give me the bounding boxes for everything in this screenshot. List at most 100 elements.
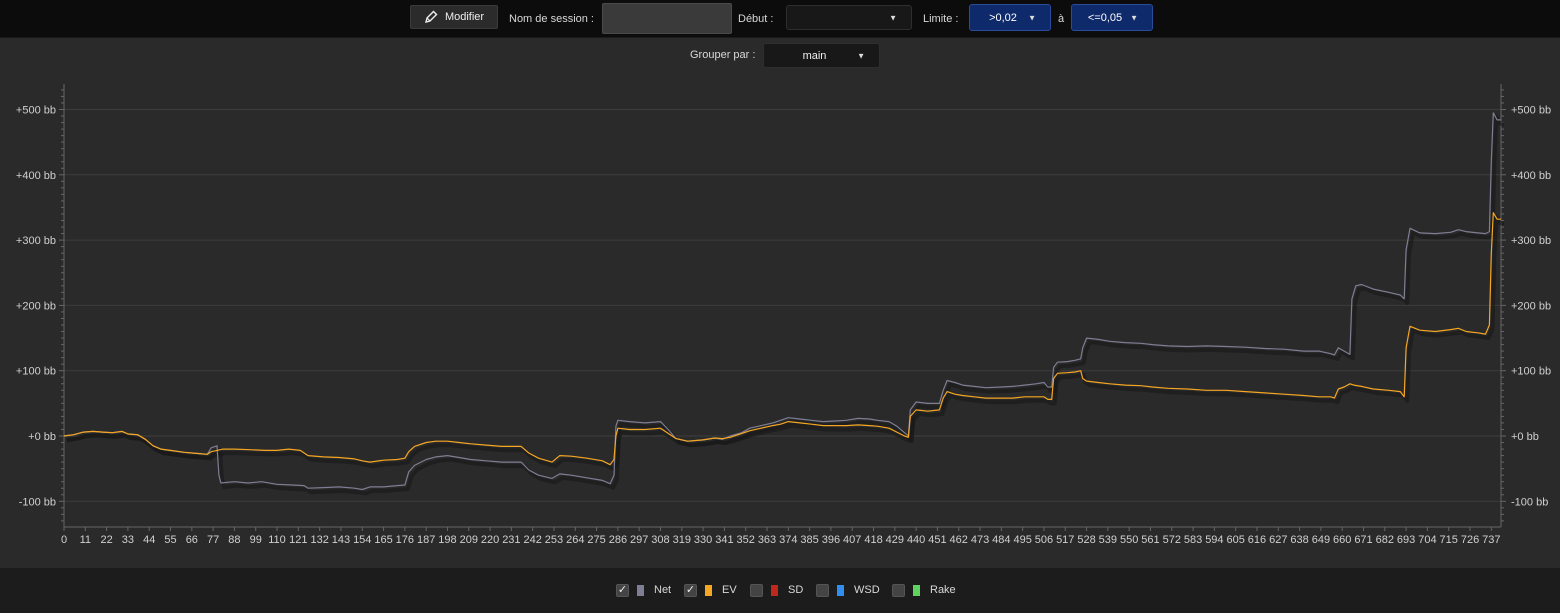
x-tick-label: 99 <box>250 534 262 546</box>
session-name-label: Nom de session : <box>509 12 594 25</box>
net-checkbox[interactable]: ✓ <box>616 583 629 597</box>
x-tick-label: 484 <box>992 534 1010 546</box>
x-tick-label: 638 <box>1290 534 1308 546</box>
x-tick-label: 385 <box>800 534 818 546</box>
x-tick-label: 440 <box>907 534 925 546</box>
legend-label-net: Net <box>654 584 672 596</box>
y-tick-label-left: +200 bb <box>16 300 56 312</box>
y-tick-label-left: +0 bb <box>28 431 56 443</box>
sd-swatch <box>771 584 778 596</box>
legend-item-net[interactable]: ✓ Net <box>616 582 671 598</box>
x-tick-label: 418 <box>864 534 882 546</box>
group-bar: Grouper par : main ▼ <box>0 38 1560 72</box>
x-tick-label: 66 <box>186 534 198 546</box>
limite-from-value: >0,02 <box>989 11 1017 24</box>
x-tick-label: 231 <box>502 534 520 546</box>
x-tick-label: 22 <box>100 534 112 546</box>
x-tick-label: 407 <box>843 534 861 546</box>
y-tick-label-left: -100 bb <box>19 496 56 508</box>
x-tick-label: 517 <box>1056 534 1074 546</box>
x-tick-label: 176 <box>396 534 414 546</box>
limite-to-select[interactable]: <=0,05 ▼ <box>1071 4 1153 31</box>
top-toolbar: Modifier Nom de session : Début : ▼ Limi… <box>0 0 1560 38</box>
x-tick-label: 506 <box>1035 534 1053 546</box>
chart-area: +500 bb +500 bb +400 bb +400 bb +300 bb +300 … <box>0 72 1560 568</box>
x-tick-label: 44 <box>143 534 155 546</box>
x-tick-label: 242 <box>523 534 541 546</box>
x-tick-label: 341 <box>715 534 733 546</box>
x-tick-label: 319 <box>673 534 691 546</box>
limite-from-select[interactable]: >0,02 ▼ <box>969 4 1051 31</box>
ev-checkbox[interactable]: ✓ <box>684 583 697 597</box>
debut-label: Début : <box>738 12 774 25</box>
x-tick-label: 539 <box>1099 534 1117 546</box>
x-tick-label: 429 <box>886 534 904 546</box>
x-tick-label: 165 <box>374 534 392 546</box>
chevron-down-icon: ▼ <box>1028 13 1036 22</box>
ev-swatch <box>705 584 712 596</box>
y-tick-label-left: +100 bb <box>16 366 56 378</box>
x-tick-label: 616 <box>1248 534 1266 546</box>
x-tick-label: 550 <box>1120 534 1138 546</box>
line-chart[interactable]: +500 bb +500 bb +400 bb +400 bb +300 bb +300 … <box>0 72 1560 568</box>
x-tick-label: 11 <box>80 534 91 546</box>
group-by-value: main <box>802 49 827 62</box>
limite-to-value: <=0,05 <box>1087 11 1123 24</box>
x-tick-label: 671 <box>1354 534 1372 546</box>
x-tick-label: 143 <box>332 534 350 546</box>
x-tick-label: 726 <box>1461 534 1479 546</box>
debut-select[interactable]: ▼ <box>786 5 912 30</box>
x-tick-label: 77 <box>207 534 219 546</box>
x-tick-label: 374 <box>779 534 797 546</box>
x-tick-label: 704 <box>1418 534 1436 546</box>
x-tick-label: 396 <box>822 534 840 546</box>
x-tick-label: 627 <box>1269 534 1287 546</box>
x-tick-label: 132 <box>310 534 328 546</box>
x-tick-label: 495 <box>1013 534 1031 546</box>
check-icon: ✓ <box>685 583 696 596</box>
pencil-icon <box>424 10 438 23</box>
x-tick-label: 198 <box>438 534 456 546</box>
y-tick-label-right: +200 bb <box>1511 300 1551 312</box>
group-by-select[interactable]: main ▼ <box>763 43 880 68</box>
y-tick-label-right: +100 bb <box>1511 366 1551 378</box>
x-tick-label: 649 <box>1312 534 1330 546</box>
x-tick-label: 33 <box>122 534 134 546</box>
chevron-down-icon: ▼ <box>857 51 865 60</box>
x-tick-label: 55 <box>164 534 176 546</box>
x-tick-label: 220 <box>481 534 499 546</box>
legend-item-sd[interactable]: SD <box>750 582 803 598</box>
wsd-swatch <box>837 584 844 596</box>
x-tick-label: 308 <box>651 534 669 546</box>
x-tick-label: 462 <box>950 534 968 546</box>
wsd-checkbox[interactable] <box>816 583 829 597</box>
sd-checkbox[interactable] <box>750 583 763 597</box>
legend-bar: ✓ Net ✓ EV SD WSD Rake <box>0 568 1560 613</box>
x-tick-label: 660 <box>1333 534 1351 546</box>
legend-label-wsd: WSD <box>854 584 880 596</box>
legend-item-ev[interactable]: ✓ EV <box>684 582 737 598</box>
rake-checkbox[interactable] <box>892 583 905 597</box>
modifier-button[interactable]: Modifier <box>410 5 498 29</box>
x-tick-label: 209 <box>460 534 478 546</box>
legend-label-ev: EV <box>722 584 737 596</box>
series-shadow-ev <box>66 214 1504 471</box>
x-tick-label: 363 <box>758 534 776 546</box>
legend-item-rake[interactable]: Rake <box>892 582 956 598</box>
net-swatch <box>637 584 644 596</box>
x-tick-label: 264 <box>566 534 584 546</box>
session-name-input[interactable] <box>602 3 732 34</box>
chevron-down-icon: ▼ <box>1130 13 1138 22</box>
x-tick-label: 275 <box>587 534 605 546</box>
x-tick-label: 682 <box>1376 534 1394 546</box>
x-tick-label: 594 <box>1205 534 1223 546</box>
x-tick-label: 297 <box>630 534 648 546</box>
x-tick-label: 451 <box>928 534 946 546</box>
x-tick-label: 528 <box>1077 534 1095 546</box>
check-icon: ✓ <box>617 583 628 596</box>
legend-item-wsd[interactable]: WSD <box>816 582 880 598</box>
x-tick-label: 715 <box>1440 534 1458 546</box>
x-tick-label: 352 <box>737 534 755 546</box>
limite-label: Limite : <box>923 12 959 25</box>
x-tick-label: 187 <box>417 534 435 546</box>
